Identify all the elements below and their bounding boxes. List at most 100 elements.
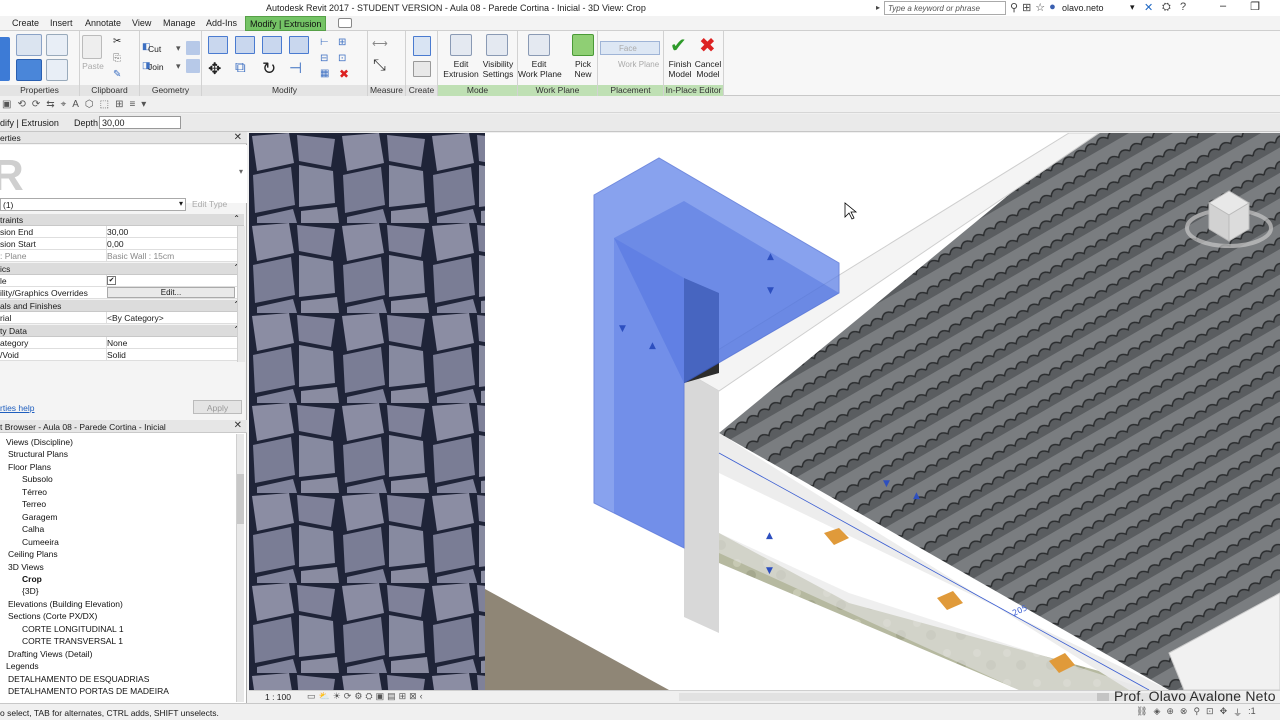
tree-item[interactable]: DETALHAMENTO DE ESQUADRIAS xyxy=(8,674,149,684)
join-button[interactable]: Join xyxy=(148,62,164,72)
select-pinned-icon[interactable]: ⚲ xyxy=(1193,706,1200,719)
offset-icon[interactable] xyxy=(235,36,255,54)
tab-insert[interactable]: Insert xyxy=(50,18,73,28)
face-button[interactable]: Face xyxy=(600,41,660,55)
group-materials[interactable]: als and Finishes⌃ xyxy=(0,300,244,312)
user-icon[interactable]: ● xyxy=(1049,1,1056,14)
copy-element-icon[interactable]: ⧉ xyxy=(235,59,246,76)
shape-handle-icon[interactable]: ▼ xyxy=(619,324,626,334)
minimize-button[interactable]: – xyxy=(1210,0,1236,16)
group-graphics[interactable]: ics⌃ xyxy=(0,263,244,275)
tree-item[interactable]: Legends xyxy=(6,661,39,671)
group-constraints[interactable]: traints ⌃ xyxy=(0,214,244,226)
cancel-x-icon[interactable]: ✖ xyxy=(699,33,716,58)
tree-item[interactable]: Garagem xyxy=(22,512,57,522)
edit-type-button[interactable]: Edit Type xyxy=(192,199,227,209)
tree-item[interactable]: Structural Plans xyxy=(8,449,68,459)
cart-icon[interactable]: ⛭ xyxy=(1162,1,1171,14)
array-icon[interactable]: ⊟ xyxy=(320,53,328,64)
cut-button[interactable]: Cut xyxy=(148,44,161,54)
edit-work-plane-icon[interactable] xyxy=(528,34,550,56)
binoculars-icon[interactable]: ⚲ xyxy=(1010,1,1018,14)
shape-handle-icon[interactable]: ▲ xyxy=(766,531,773,541)
restore-button[interactable]: ❐ xyxy=(1242,0,1268,16)
3d-model-canvas[interactable]: ▲ ▼ ▼ ▲ ▼ ▲ ▲ ▼ 205 xyxy=(249,133,1280,690)
tree-item[interactable]: Subsolo xyxy=(22,474,53,484)
user-name[interactable]: olavo.neto xyxy=(1062,3,1104,13)
visible-checkbox[interactable]: ✔ xyxy=(107,276,116,285)
properties-scrollbar[interactable] xyxy=(237,226,245,362)
shape-handle-icon[interactable]: ▲ xyxy=(649,341,656,351)
cut-dropdown-icon[interactable]: ▾ xyxy=(176,43,181,54)
shape-handle-icon[interactable]: ▼ xyxy=(883,479,890,489)
status-icons[interactable]: ⛓ ◈ ⊕ ⊗ ⚲ ⊡ ✥ ⏚ :1 xyxy=(1136,706,1256,719)
drag-elements-icon[interactable]: ✥ xyxy=(1220,706,1228,719)
tree-item[interactable]: {3D} xyxy=(22,586,39,596)
scale-icon[interactable]: ⊡ xyxy=(338,53,346,64)
tree-item[interactable]: 3D Views xyxy=(8,562,44,572)
help-icon[interactable]: ? xyxy=(1180,1,1186,13)
shape-handle-icon[interactable]: ▲ xyxy=(913,491,920,501)
apply-button[interactable]: Apply xyxy=(193,400,242,414)
search-input[interactable]: Type a keyword or phrase xyxy=(884,1,1006,15)
edit-work-plane-button[interactable]: Edit Work Plane xyxy=(518,59,562,79)
mirror-draw-icon[interactable] xyxy=(289,36,309,54)
cut-scissors-icon[interactable]: ✂ xyxy=(113,36,121,47)
split-element-icon[interactable]: ⊢ xyxy=(320,37,329,48)
tree-item[interactable]: Ceiling Plans xyxy=(8,549,58,559)
tab-add-ins[interactable]: Add-Ins xyxy=(206,18,237,28)
join-dropdown-icon[interactable]: ▾ xyxy=(176,61,181,72)
edit-extrusion-button[interactable]: Edit Extrusion xyxy=(440,59,482,79)
tree-item[interactable]: Views (Discipline) xyxy=(6,437,73,447)
shape-handle-icon[interactable]: ▼ xyxy=(767,286,774,296)
group-identity-data[interactable]: ty Data⌃ xyxy=(0,325,244,337)
edit-extrusion-icon[interactable] xyxy=(450,34,472,56)
tab-annotate[interactable]: Annotate xyxy=(85,18,121,28)
tab-manage[interactable]: Manage xyxy=(163,18,196,28)
select-face-icon[interactable]: ⊡ xyxy=(1206,706,1214,719)
filter-count[interactable]: :1 xyxy=(1248,706,1256,719)
tree-item[interactable]: CORTE TRANSVERSAL 1 xyxy=(22,636,123,646)
property-row[interactable]: ategory None xyxy=(0,337,237,349)
rotate-icon[interactable]: ↻ xyxy=(262,59,276,79)
properties-help-link[interactable]: rties help xyxy=(0,403,35,413)
tree-item[interactable]: Cumeeira xyxy=(22,537,59,547)
select-links-icon[interactable]: ⊕ xyxy=(1166,706,1174,719)
chevron-down-icon[interactable]: ▾ xyxy=(239,167,243,176)
cancel-model-button[interactable]: Cancel Model xyxy=(693,59,723,79)
panel-toggle-icon[interactable] xyxy=(338,18,352,28)
create-group-icon[interactable] xyxy=(413,36,431,56)
align-icon[interactable] xyxy=(208,36,228,54)
exchange-apps-icon[interactable]: ✕ xyxy=(1144,1,1153,14)
shape-handle-icon[interactable]: ▼ xyxy=(766,566,773,576)
favorites-star-icon[interactable]: ☆ xyxy=(1035,1,1045,14)
properties-icon[interactable] xyxy=(16,34,42,56)
property-row[interactable]: le ✔ xyxy=(0,275,237,287)
design-options-icon[interactable]: ◈ xyxy=(1153,706,1160,719)
property-row[interactable]: sion Start 0,00 xyxy=(0,238,237,250)
copy-icon[interactable]: ⎘ xyxy=(113,53,121,64)
type-properties-icon[interactable] xyxy=(46,34,68,56)
view-scale[interactable]: 1 : 100 xyxy=(265,692,291,702)
subscription-icon[interactable]: ⊞ xyxy=(1022,1,1031,14)
tree-item[interactable]: Crop xyxy=(22,574,42,584)
dimension-icon[interactable]: ⤡ xyxy=(373,57,386,75)
tab-view[interactable]: View xyxy=(132,18,151,28)
worksharing-icon[interactable]: ⛓ xyxy=(1136,706,1147,719)
shape-handle-icon[interactable]: ▲ xyxy=(767,252,774,262)
tree-item[interactable]: Terreo xyxy=(22,499,46,509)
finish-model-button[interactable]: Finish Model xyxy=(665,59,695,79)
tree-item[interactable]: DETALHAMENTO PORTAS DE MADEIRA xyxy=(8,686,169,696)
select-underlay-icon[interactable]: ⊗ xyxy=(1180,706,1188,719)
property-row[interactable]: rial <By Category> xyxy=(0,312,237,324)
tab-create[interactable]: Create xyxy=(12,18,39,28)
paste-button[interactable]: Paste xyxy=(82,61,104,71)
wall-joins-icon[interactable] xyxy=(186,41,200,55)
visibility-settings-icon[interactable] xyxy=(486,34,508,56)
family-types-icon[interactable] xyxy=(46,59,68,81)
trim-extend-icon[interactable]: ⊣ xyxy=(289,59,302,77)
3d-viewport[interactable]: ▲ ▼ ▼ ▲ ▼ ▲ ▲ ▼ 205 xyxy=(249,133,1280,690)
property-row[interactable]: /Void Solid xyxy=(0,349,237,361)
property-row[interactable]: sion End 30,00 xyxy=(0,226,237,238)
modify-select-icon[interactable] xyxy=(0,37,10,81)
